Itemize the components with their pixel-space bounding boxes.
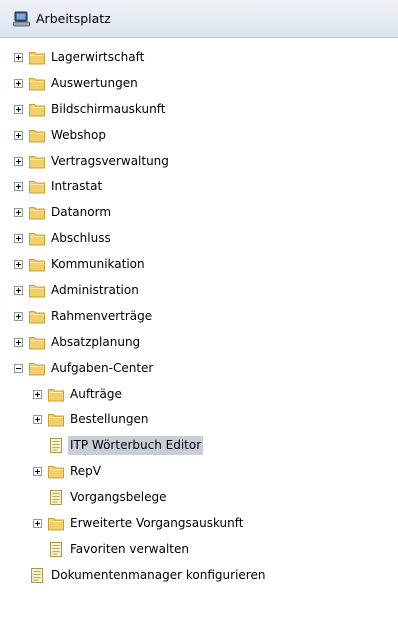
folder-icon: [29, 361, 45, 376]
tree-node-absatzplanung[interactable]: Absatzplanung: [0, 331, 398, 357]
expand-plus-icon[interactable]: [33, 467, 42, 477]
tree-node-repv[interactable]: RepV: [0, 460, 398, 486]
tree-node-intrastat[interactable]: Intrastat: [0, 175, 398, 201]
tree-node-label: Aufträge: [70, 386, 122, 401]
expand-plus-icon[interactable]: [14, 260, 23, 270]
tree-node-label: Aufgaben-Center: [51, 360, 154, 375]
tree-node-auswertungen[interactable]: Auswertungen: [0, 72, 398, 98]
tree-node-kommunikation[interactable]: Kommunikation: [0, 253, 398, 279]
tree-node-favoriten-verwalten[interactable]: Favoriten verwalten: [0, 538, 398, 564]
tree-node-auftraege[interactable]: Aufträge: [0, 383, 398, 409]
tree-node-label: Erweiterte Vorgangsauskunft: [70, 516, 244, 531]
tree-node-label: ITP Wörterbuch Editor: [68, 436, 204, 456]
document-icon: [48, 438, 64, 454]
tree-node-label: Webshop: [51, 127, 106, 142]
folder-icon: [29, 50, 45, 65]
folder-icon: [48, 412, 64, 427]
document-icon: [48, 490, 64, 506]
tree-node-vorgangsbelege[interactable]: Vorgangsbelege: [0, 486, 398, 512]
tree-node-webshop[interactable]: Webshop: [0, 124, 398, 150]
navigation-tree: Lagerwirtschaft Auswertungen Bildschirmaus…: [0, 46, 398, 590]
tree-node-rahmenvertraege[interactable]: Rahmenverträge: [0, 305, 398, 331]
expand-plus-icon[interactable]: [14, 286, 23, 296]
folder-icon: [29, 179, 45, 194]
folder-icon: [29, 205, 45, 220]
tree-node-itp-woerterbuch-editor[interactable]: ITP Wörterbuch Editor: [0, 434, 398, 460]
expand-plus-icon[interactable]: [14, 156, 23, 166]
tree-root-label: Arbeitsplatz: [36, 11, 111, 26]
expand-plus-icon[interactable]: [14, 53, 23, 62]
folder-icon: [29, 102, 45, 117]
folder-icon: [29, 309, 45, 324]
tree-node-bestellungen[interactable]: Bestellungen: [0, 408, 398, 434]
tree-node-datanorm[interactable]: Datanorm: [0, 201, 398, 227]
folder-icon: [48, 516, 64, 531]
expand-plus-icon[interactable]: [14, 337, 23, 347]
tree-node-label: Rahmenverträge: [51, 308, 153, 323]
expand-plus-icon[interactable]: [14, 234, 23, 244]
tree-node-label: Dokumentenmanager konfigurieren: [51, 567, 266, 582]
expand-plus-icon[interactable]: [14, 130, 23, 140]
tree-root-header[interactable]: Arbeitsplatz: [0, 0, 398, 38]
tree-node-dokumentenmanager-konfigurieren[interactable]: Dokumentenmanager konfigurieren: [0, 564, 398, 590]
tree-node-vertragsverwaltung[interactable]: Vertragsverwaltung: [0, 150, 398, 176]
tree-node-label: Intrastat: [51, 179, 103, 194]
expand-plus-icon[interactable]: [14, 182, 23, 192]
document-icon: [48, 541, 64, 557]
tree-node-lagerwirtschaft[interactable]: Lagerwirtschaft: [0, 46, 398, 72]
tree-node-label: Auswertungen: [51, 75, 138, 90]
expand-plus-icon[interactable]: [33, 415, 42, 425]
tree-node-label: Datanorm: [51, 205, 112, 220]
folder-icon: [29, 257, 45, 272]
expand-plus-icon[interactable]: [14, 104, 23, 114]
tree-node-label: Administration: [51, 283, 139, 298]
document-icon: [29, 567, 45, 583]
tree-node-label: Lagerwirtschaft: [51, 50, 145, 64]
expand-plus-icon[interactable]: [14, 311, 23, 321]
folder-icon: [29, 283, 45, 298]
folder-icon: [48, 464, 64, 479]
tree-node-abschluss[interactable]: Abschluss: [0, 227, 398, 253]
folder-icon: [29, 154, 45, 169]
tree-node-label: Kommunikation: [51, 257, 145, 272]
tree-node-label: Favoriten verwalten: [70, 541, 189, 556]
expand-plus-icon[interactable]: [33, 389, 42, 399]
folder-icon: [29, 335, 45, 350]
tree-node-label: Bestellungen: [70, 412, 149, 427]
tree-node-label: Vertragsverwaltung: [51, 153, 169, 168]
expand-plus-icon[interactable]: [14, 78, 23, 88]
tree-node-aufgaben-center[interactable]: Aufgaben-Center: [0, 357, 398, 383]
tree-node-bildschirmauskunft[interactable]: Bildschirmauskunft: [0, 98, 398, 124]
tree-node-administration[interactable]: Administration: [0, 279, 398, 305]
collapse-minus-icon[interactable]: [14, 363, 23, 373]
expand-plus-icon[interactable]: [14, 208, 23, 218]
tree-node-erweiterte-vorgangsauskunft[interactable]: Erweiterte Vorgangsauskunft: [0, 512, 398, 538]
folder-icon: [29, 76, 45, 91]
computer-icon: [13, 11, 31, 27]
tree-node-label: Abschluss: [51, 231, 111, 246]
tree-node-label: Absatzplanung: [51, 334, 141, 349]
tree-node-label: RepV: [70, 464, 102, 479]
folder-icon: [48, 387, 64, 402]
tree-node-label: Vorgangsbelege: [70, 490, 167, 505]
expand-plus-icon[interactable]: [33, 519, 42, 529]
folder-icon: [29, 231, 45, 246]
tree-node-label: Bildschirmauskunft: [51, 101, 166, 116]
folder-icon: [29, 128, 45, 143]
